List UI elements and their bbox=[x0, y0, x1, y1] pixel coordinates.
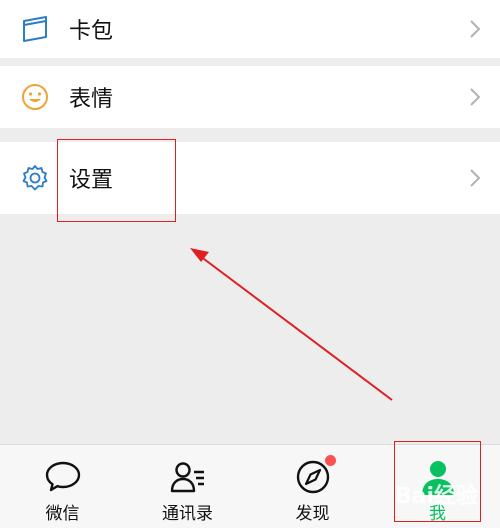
card-icon bbox=[20, 14, 50, 44]
gear-icon bbox=[20, 163, 50, 193]
tab-label: 微信 bbox=[45, 504, 80, 524]
chat-bubble-icon bbox=[45, 461, 80, 492]
smiley-icon bbox=[20, 82, 50, 112]
discover-badge-dot bbox=[325, 455, 336, 466]
tab-discover[interactable]: 发现 bbox=[250, 445, 375, 528]
tab-chats[interactable]: 微信 bbox=[0, 445, 125, 528]
annotation-box-settings bbox=[57, 139, 176, 222]
chevron-right-icon bbox=[470, 88, 481, 106]
menu-item-card-package[interactable]: 卡包 bbox=[0, 0, 500, 58]
tab-label: 通讯录 bbox=[162, 504, 213, 524]
menu-item-label: 表情 bbox=[69, 87, 114, 112]
chevron-right-icon bbox=[470, 20, 481, 38]
watermark-text: Bai经验 bbox=[394, 484, 478, 509]
tab-contacts[interactable]: 通讯录 bbox=[125, 445, 250, 528]
tab-label: 发现 bbox=[295, 504, 330, 524]
menu-item-stickers[interactable]: 表情 bbox=[0, 66, 500, 128]
menu-item-label: 卡包 bbox=[69, 19, 114, 44]
chevron-right-icon bbox=[470, 169, 481, 187]
contacts-icon bbox=[170, 462, 204, 493]
me-screen: 卡包 表情 设置 微信 通讯录 发现 我 Bai经验 bbox=[0, 0, 500, 528]
